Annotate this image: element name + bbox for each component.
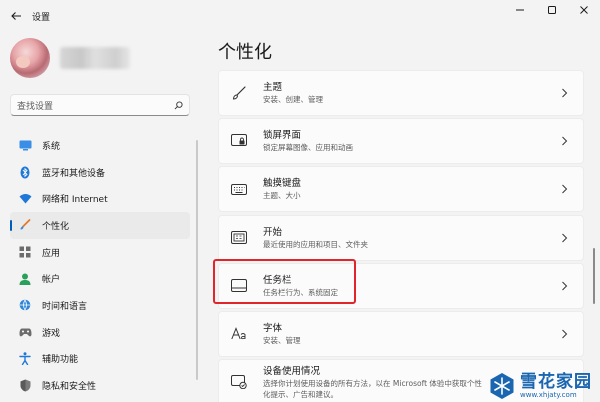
sidebar-item-label: 辅助功能 [42,355,79,366]
card-themes[interactable]: 主题 安装、创建、管理 [218,70,584,116]
taskbar-icon [229,276,249,296]
card-subtitle: 安装、管理 [263,335,301,345]
sidebar-item-label: 隐私和安全性 [42,382,97,393]
start-icon [229,228,249,248]
app-title: 设置 [32,12,51,23]
device-usage-icon [229,372,249,392]
window-controls [504,0,600,20]
minimize-icon [516,9,524,11]
wifi-icon [18,192,32,206]
back-button[interactable] [0,0,32,32]
globe-clock-icon [18,298,32,312]
maximize-button[interactable] [536,0,568,20]
search-box[interactable]: 查找设置 [10,94,190,116]
sidebar-item-system[interactable]: 系统 [10,132,190,159]
sidebar-item-label: 帐户 [42,275,61,286]
card-title: 设备使用情况 [263,365,321,377]
main-scrollbar[interactable] [593,248,595,304]
settings-card-list: 主题 安装、创建、管理 锁屏界面 锁定屏幕图像、应用和动画 触摸键盘 主题、大小… [218,70,584,402]
sidebar-item-accounts[interactable]: 帐户 [10,265,190,292]
sidebar-item-privacy[interactable]: 隐私和安全性 [10,372,190,399]
blurred-username [60,47,130,69]
chevron-right-icon [557,88,571,98]
gamepad-icon [18,325,32,339]
watermark-brand: 雪花家园 [520,372,592,392]
sidebar-item-bluetooth[interactable]: 蓝牙和其他设备 [10,159,190,186]
maximize-icon [548,6,556,14]
card-taskbar[interactable]: 任务栏 任务栏行为、系统固定 [218,262,584,309]
card-subtitle: 任务栏行为、系统固定 [263,287,338,297]
sidebar-item-personalization[interactable]: 个性化 [10,212,190,239]
close-icon [580,6,588,14]
sidebar-item-label: 蓝牙和其他设备 [42,168,106,179]
snowflake-logo-icon [490,373,514,399]
bluetooth-icon [18,165,32,179]
account-icon [18,272,32,286]
sidebar-item-label: 游戏 [42,328,61,339]
card-subtitle: 锁定屏幕图像、应用和动画 [263,143,353,153]
card-title: 触摸键盘 [263,178,302,190]
search-input[interactable]: 查找设置 [17,99,174,112]
chevron-right-icon [557,281,571,291]
brush-icon [229,83,249,103]
chevron-right-icon [557,233,571,243]
monitor-icon [18,138,32,152]
card-title: 锁屏界面 [263,130,302,142]
chevron-right-icon [557,136,571,146]
card-start[interactable]: 开始 最近使用的应用和项目、文件夹 [218,214,584,261]
page-title: 个性化 [218,42,272,63]
sidebar-item-label: 网络和 Internet [42,195,108,206]
card-title: 任务栏 [263,274,292,286]
card-title: 字体 [263,322,283,334]
sidebar-item-label: 时间和语言 [42,301,88,312]
close-button[interactable] [568,0,600,20]
chevron-right-icon [557,184,571,194]
search-icon [174,100,183,109]
watermark-url: www.xhjaty.com [520,391,577,399]
accessibility-icon [18,352,32,366]
brush-icon [18,218,32,232]
sidebar-item-time-language[interactable]: 时间和语言 [10,292,190,319]
sidebar-item-label: 系统 [42,141,61,152]
shield-icon [18,379,32,393]
sidebar-item-network[interactable]: 网络和 Internet [10,185,190,212]
chevron-right-icon [557,329,571,339]
card-subtitle: 安装、创建、管理 [263,95,323,104]
avatar [10,38,50,78]
card-lock-screen[interactable]: 锁屏界面 锁定屏幕图像、应用和动画 [218,118,584,165]
card-title: 开始 [263,226,283,238]
watermark: 雪花家园 www.xhjaty.com [488,372,592,400]
card-fonts[interactable]: 字体 安装、管理 [218,310,584,357]
card-touch-keyboard[interactable]: 触摸键盘 主题、大小 [218,166,584,213]
lock-screen-icon [229,131,249,151]
sidebar-item-label: 个性化 [42,221,70,232]
apps-icon [18,245,32,259]
back-arrow-icon [11,12,21,20]
keyboard-icon [229,179,249,199]
sidebar-item-accessibility[interactable]: 辅助功能 [10,346,190,373]
card-title: 主题 [263,82,283,93]
card-subtitle: 最近使用的应用和项目、文件夹 [263,239,368,249]
minimize-button[interactable] [504,0,536,20]
card-subtitle: 主题、大小 [263,191,301,201]
user-profile[interactable] [10,38,130,78]
sidebar-nav: 系统 蓝牙和其他设备 网络和 Internet 个性化 应用 帐户 时间和语言 … [10,132,190,399]
title-bar: 设置 [0,0,600,32]
sidebar-item-gaming[interactable]: 游戏 [10,319,190,346]
font-icon [229,324,249,344]
sidebar-item-apps[interactable]: 应用 [10,239,190,266]
card-subtitle: 选择你计划使用设备的所有方法，以在 Microsoft 体验中获取个性化提示、广… [263,378,482,399]
sidebar-scrollbar[interactable] [196,140,198,380]
sidebar-item-label: 应用 [42,248,61,259]
